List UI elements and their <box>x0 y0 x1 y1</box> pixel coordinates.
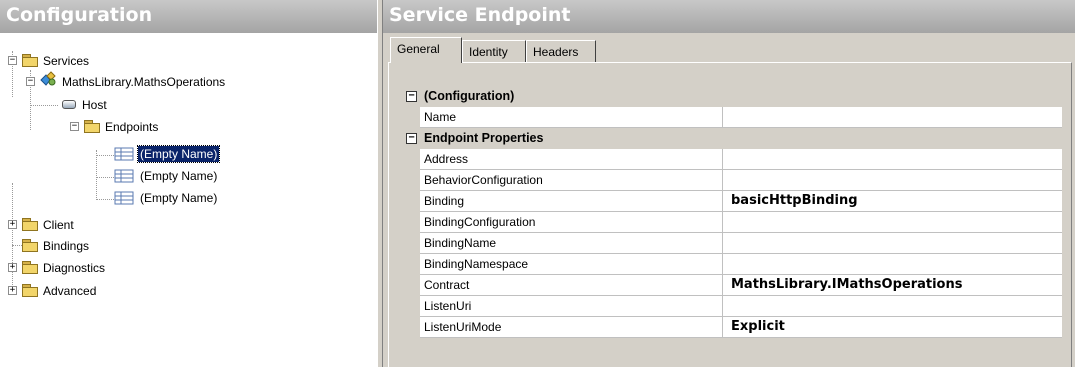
tree-node-diagnostics[interactable]: Diagnostics <box>22 257 107 277</box>
diagnostics-expand-toggle[interactable]: + <box>8 263 17 272</box>
property-value[interactable]: Explicit <box>723 317 1062 338</box>
configuration-title: Configuration <box>0 0 377 33</box>
service-icon <box>40 71 57 92</box>
property-row-name[interactable]: Name <box>402 107 1062 128</box>
property-label: ListenUriMode <box>420 317 723 338</box>
service-collapse-toggle[interactable]: − <box>26 77 35 86</box>
services-collapse-toggle[interactable]: − <box>8 56 17 65</box>
tree-node-advanced[interactable]: Advanced <box>22 280 98 300</box>
property-value[interactable] <box>723 296 1062 317</box>
property-value[interactable] <box>723 149 1062 170</box>
property-row-binding-namespace[interactable]: BindingNamespace <box>402 254 1062 275</box>
tree-node-endpoint[interactable]: (Empty Name) <box>114 165 219 185</box>
endpoint-icon <box>114 147 134 161</box>
property-label: BehaviorConfiguration <box>420 170 723 191</box>
configuration-tree: − Services − MathsLibrary.MathsOperation… <box>0 33 377 367</box>
property-label: Binding <box>420 191 723 212</box>
property-label: BindingConfiguration <box>420 212 723 233</box>
property-row-listen-uri[interactable]: ListenUri <box>402 296 1062 317</box>
endpoints-collapse-toggle[interactable]: − <box>70 122 79 131</box>
tree-node-endpoints[interactable]: Endpoints <box>84 116 160 136</box>
general-tab-panel: − (Configuration) Name − Endpoint Proper… <box>388 62 1072 367</box>
endpoint-icon <box>114 169 134 183</box>
category-endpoint-properties: − Endpoint Properties <box>402 128 1062 149</box>
tab-headers[interactable]: Headers <box>526 40 596 62</box>
property-label: ListenUri <box>420 296 723 317</box>
tab-identity[interactable]: Identity <box>462 40 526 62</box>
tree-node-bindings[interactable]: Bindings <box>22 235 91 255</box>
property-row-contract[interactable]: Contract MathsLibrary.IMathsOperations <box>402 275 1062 296</box>
property-label: Address <box>420 149 723 170</box>
endpoint-icon <box>114 191 134 205</box>
tree-node-service[interactable]: MathsLibrary.MathsOperations <box>40 71 227 91</box>
tree-node-services[interactable]: Services <box>22 50 91 70</box>
property-row-binding-configuration[interactable]: BindingConfiguration <box>402 212 1062 233</box>
property-label: Name <box>420 107 723 128</box>
tree-node-endpoint[interactable]: (Empty Name) <box>114 143 221 163</box>
property-row-binding-name[interactable]: BindingName <box>402 233 1062 254</box>
property-row-binding[interactable]: Binding basicHttpBinding <box>402 191 1062 212</box>
folder-icon <box>22 284 38 298</box>
service-endpoint-title: Service Endpoint <box>383 0 1075 33</box>
property-label: BindingName <box>420 233 723 254</box>
property-label: Contract <box>420 275 723 296</box>
folder-icon <box>22 54 38 68</box>
property-value[interactable]: MathsLibrary.IMathsOperations <box>723 275 1062 296</box>
service-endpoint-pane: Service Endpoint General Identity Header… <box>383 0 1075 367</box>
tree-node-client[interactable]: Client <box>22 214 76 234</box>
host-icon <box>62 100 76 110</box>
category-collapse-toggle[interactable]: − <box>406 91 417 102</box>
folder-icon <box>22 218 38 232</box>
tree-node-endpoint[interactable]: (Empty Name) <box>114 187 219 207</box>
category-configuration: − (Configuration) <box>402 86 1062 107</box>
advanced-expand-toggle[interactable]: + <box>8 286 17 295</box>
name-value-field[interactable] <box>723 107 1062 128</box>
tree-node-host[interactable]: Host <box>56 94 109 114</box>
configuration-pane: Configuration − Services − MathsLibrary.… <box>0 0 377 367</box>
folder-icon <box>22 261 38 275</box>
property-row-behavior-configuration[interactable]: BehaviorConfiguration <box>402 170 1062 191</box>
folder-icon <box>84 120 100 134</box>
category-collapse-toggle[interactable]: − <box>406 133 417 144</box>
property-value[interactable] <box>723 254 1062 275</box>
tab-general[interactable]: General <box>390 37 462 63</box>
property-row-listen-uri-mode[interactable]: ListenUriMode Explicit <box>402 317 1062 338</box>
property-row-address[interactable]: Address <box>402 149 1062 170</box>
client-expand-toggle[interactable]: + <box>8 220 17 229</box>
property-label: BindingNamespace <box>420 254 723 275</box>
folder-icon <box>22 239 38 253</box>
property-value[interactable] <box>723 170 1062 191</box>
property-value[interactable]: basicHttpBinding <box>723 191 1062 212</box>
property-value[interactable] <box>723 212 1062 233</box>
property-value[interactable] <box>723 233 1062 254</box>
